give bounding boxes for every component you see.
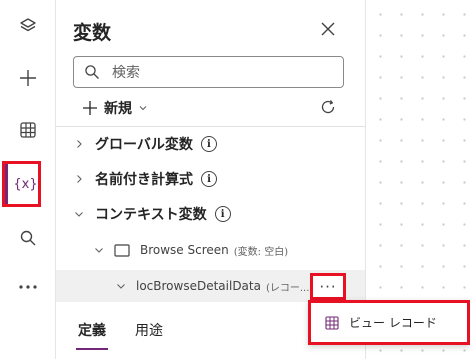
- table-icon: [19, 122, 36, 138]
- variable-note: (レコー...: [265, 282, 310, 294]
- tree-view-button[interactable]: [0, 6, 55, 46]
- data-button[interactable]: [0, 110, 55, 150]
- more-icon: [18, 285, 37, 289]
- section-label: コンテキスト変数: [95, 207, 207, 223]
- search-icon: [85, 65, 99, 79]
- more-options-button[interactable]: ···: [310, 273, 346, 300]
- screen-item[interactable]: Browse Screen (変数: 空白): [56, 234, 365, 266]
- tab-definition[interactable]: 定義: [78, 320, 106, 340]
- chevron-down-icon: [116, 281, 126, 291]
- left-rail: {x}: [0, 0, 56, 359]
- section-label: グローバル変数: [95, 137, 193, 153]
- info-icon[interactable]: i: [214, 206, 231, 222]
- chevron-down-icon: [139, 106, 147, 111]
- layers-icon: [19, 18, 36, 32]
- chevron-right-icon: [73, 138, 85, 150]
- section-named-formulas[interactable]: 名前付き計算式 i: [56, 162, 365, 196]
- search-icon: [20, 230, 35, 246]
- plus-icon: [19, 70, 36, 86]
- close-button[interactable]: [318, 19, 338, 39]
- info-icon[interactable]: i: [201, 171, 217, 187]
- refresh-button[interactable]: [320, 99, 336, 119]
- screen-icon: [114, 243, 130, 257]
- search-input[interactable]: [110, 62, 334, 84]
- plus-icon: [83, 101, 97, 115]
- more-button[interactable]: [0, 267, 55, 307]
- new-button[interactable]: 新規: [82, 96, 148, 120]
- chevron-down-icon: [73, 208, 85, 220]
- variable-label: locBrowseDetailData: [136, 279, 261, 293]
- info-icon[interactable]: i: [200, 136, 217, 152]
- chevron-down-icon: [94, 245, 104, 255]
- search-button[interactable]: [0, 218, 55, 258]
- screen-note: (変数: 空白): [233, 246, 289, 258]
- variables-button[interactable]: {x}: [0, 164, 53, 204]
- insert-button[interactable]: [0, 58, 55, 98]
- table-icon: [325, 315, 339, 330]
- section-context-variables[interactable]: コンテキスト変数 i: [56, 197, 365, 231]
- screen-label: Browse Screen: [140, 243, 229, 257]
- refresh-icon: [321, 100, 335, 114]
- close-icon: [321, 22, 335, 36]
- section-label: 名前付き計算式: [95, 172, 193, 188]
- view-record-menu-item[interactable]: ビュー レコード: [311, 303, 467, 342]
- context-menu: ビュー レコード: [308, 300, 470, 345]
- active-tab-indicator: [76, 348, 108, 350]
- section-global-variables[interactable]: グローバル変数 i: [56, 127, 365, 161]
- more-icon: ···: [319, 277, 337, 296]
- tab-usage[interactable]: 用途: [135, 320, 163, 340]
- view-record-label: ビュー レコード: [349, 316, 437, 330]
- search-box: [73, 56, 344, 88]
- chevron-right-icon: [73, 173, 85, 185]
- panel-title: 変数: [73, 22, 112, 44]
- new-button-label: 新規: [104, 101, 132, 117]
- variables-icon: {x}: [13, 176, 38, 192]
